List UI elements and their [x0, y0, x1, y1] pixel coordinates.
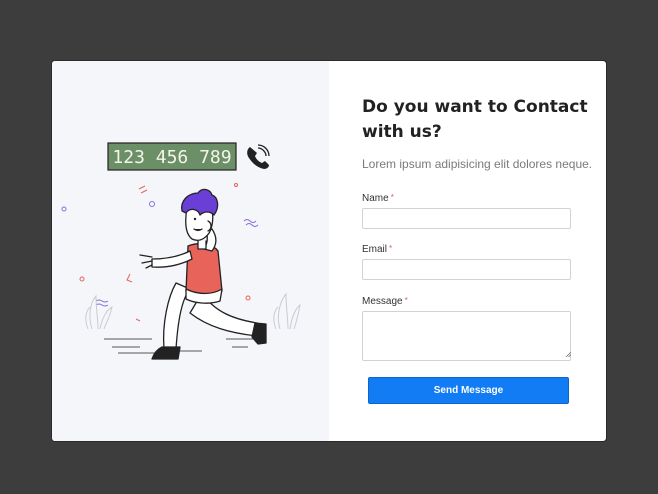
message-field[interactable]	[362, 311, 571, 361]
page-subtitle: Lorem ipsum adipisicing elit dolores neq…	[362, 157, 593, 171]
email-label: Email *	[362, 244, 392, 255]
plant-right	[273, 292, 301, 330]
required-marker: *	[404, 296, 408, 305]
illustration-panel: 123 456 789	[52, 61, 329, 441]
name-label: Name *	[362, 193, 394, 204]
decorative-marks	[61, 183, 259, 322]
page-title: Do you want to Contact with us?	[362, 97, 588, 142]
message-label: Message *	[362, 296, 408, 307]
plant-left	[85, 294, 113, 330]
email-field[interactable]	[362, 259, 571, 280]
required-marker: *	[390, 193, 394, 202]
phone-number-text: 123 456 789	[112, 147, 231, 168]
resize-handle-icon[interactable]	[565, 351, 571, 357]
name-label-text: Name	[362, 193, 389, 204]
name-field[interactable]	[362, 208, 571, 229]
contact-form-panel: Do you want to Contact with us? Lorem ip…	[329, 61, 606, 441]
email-label-text: Email	[362, 244, 388, 255]
contact-illustration: 123 456 789	[61, 142, 301, 360]
send-message-button[interactable]: Send Message	[368, 377, 569, 404]
phone-number-sign: 123 456 789	[107, 142, 237, 171]
phone-icon	[247, 144, 270, 169]
person-figure	[139, 188, 267, 360]
contact-card: 123 456 789 Do you want to Contact with …	[52, 61, 606, 441]
message-label-text: Message	[362, 296, 403, 307]
required-marker: *	[389, 244, 393, 253]
